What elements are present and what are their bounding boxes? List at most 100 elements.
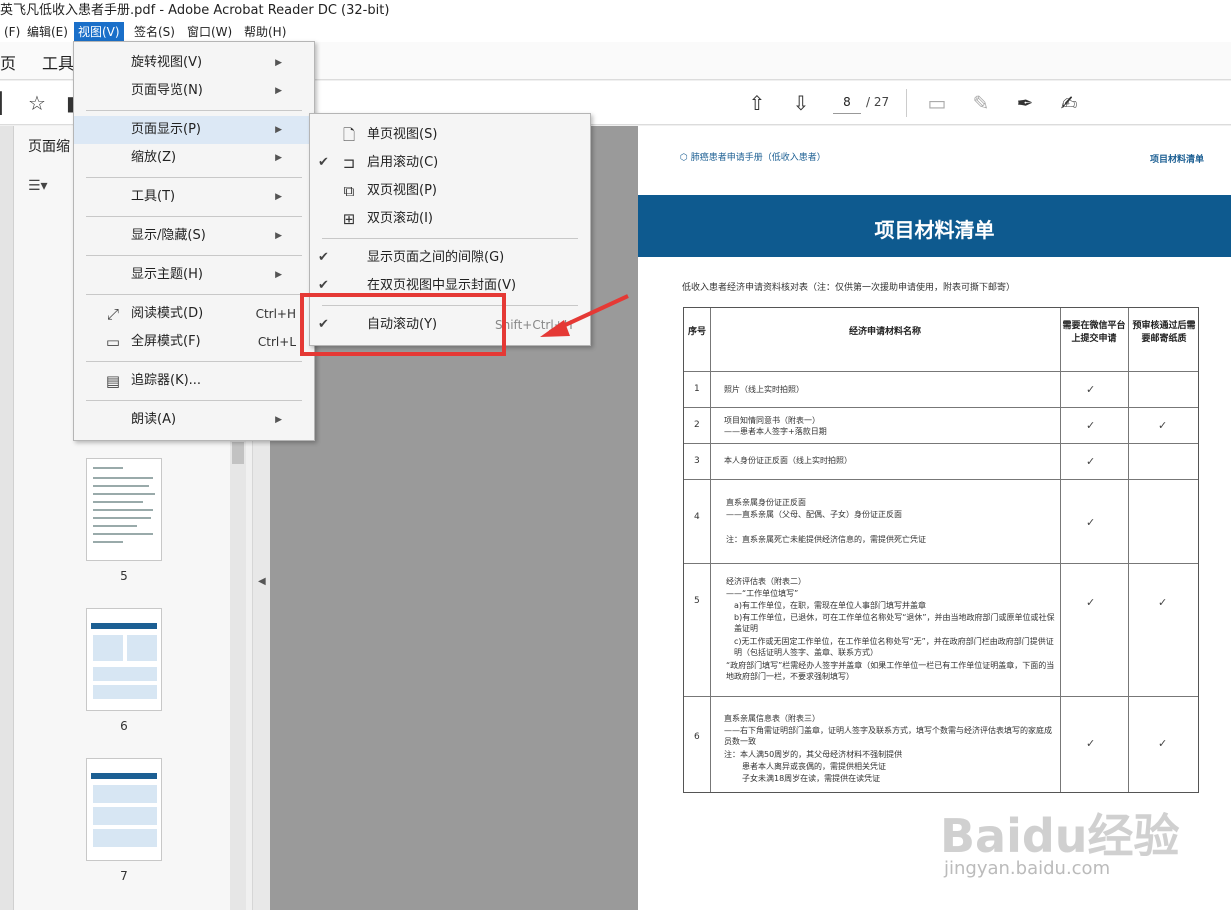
submenu-item-two-page[interactable]: ⧉ 双页视图(P) bbox=[310, 177, 590, 205]
menu-item-label: 页面导览(N) bbox=[131, 83, 203, 98]
check-mark: ✓ bbox=[1158, 419, 1168, 432]
menu-item-label: 阅读模式(D) bbox=[131, 306, 204, 321]
menu-help[interactable]: 帮助(H) bbox=[240, 22, 290, 42]
menu-item-label: 缩放(Z) bbox=[131, 150, 177, 165]
menu-item-page-navigation[interactable]: 页面导览(N) ▶ bbox=[74, 77, 314, 105]
doc-header-right: 项目材料清单 bbox=[1150, 155, 1205, 165]
thumbnail-options-icon[interactable]: ☰▾ bbox=[28, 178, 48, 194]
submenu-item-enable-scrolling[interactable]: ✔ ⊐ 启用滚动(C) bbox=[310, 149, 590, 177]
check-mark: ✓ bbox=[1086, 455, 1096, 468]
check-mark: ✓ bbox=[1158, 596, 1168, 609]
doc-header-left: ⬡ 肺癌患者申请手册（低收入患者） bbox=[680, 153, 826, 163]
check-mark: ✓ bbox=[1086, 737, 1096, 750]
row-text: b)有工作单位，已退休，可在工作单位名称处写“退休”，并由当地政府部门或原单位或… bbox=[734, 613, 1055, 633]
highlight-pen-icon[interactable]: ✎ bbox=[968, 90, 994, 116]
two-page-scroll-icon: ⊞ bbox=[342, 210, 356, 228]
fill-sign-icon[interactable]: ✍ bbox=[1056, 90, 1082, 116]
row-number: 3 bbox=[694, 456, 700, 466]
check-mark: ✓ bbox=[1086, 419, 1096, 432]
next-page-icon[interactable]: ⇩ bbox=[788, 90, 814, 116]
tab-home[interactable]: 页 bbox=[0, 50, 16, 74]
menu-item-label: 显示主题(H) bbox=[131, 267, 203, 282]
menu-item-read-aloud[interactable]: 朗读(A) ▶ bbox=[74, 406, 314, 434]
window-title: 英飞凡低收入患者手册.pdf - Adobe Acrobat Reader DC… bbox=[0, 0, 1231, 22]
menu-sign[interactable]: 签名(S) bbox=[130, 22, 179, 42]
watermark-logo: Baidu经验 bbox=[940, 809, 1180, 863]
menu-shortcut: Ctrl+L bbox=[257, 335, 296, 349]
toolbar-divider bbox=[906, 89, 907, 117]
submenu-item-label: 启用滚动(C) bbox=[367, 155, 439, 170]
thumbnail-page-7[interactable] bbox=[86, 758, 162, 861]
thumbnail-page-6[interactable] bbox=[86, 608, 162, 711]
submenu-item-two-page-scrolling[interactable]: ⊞ 双页滚动(I) bbox=[310, 205, 590, 233]
row-number: 2 bbox=[694, 420, 700, 430]
doc-title: 项目材料清单 bbox=[874, 218, 995, 242]
header-online: 需要在微信平台上提交申请 bbox=[1062, 321, 1126, 344]
page-total: / 27 bbox=[866, 95, 890, 109]
submenu-item-label: 显示页面之间的间隙(G) bbox=[367, 250, 505, 265]
menu-item-page-display[interactable]: 页面显示(P) ▶ bbox=[74, 116, 314, 144]
doc-header-left-text: 肺癌患者申请手册（低收入患者） bbox=[690, 153, 826, 163]
tab-tools[interactable]: 工具 bbox=[42, 50, 74, 74]
page-number-input[interactable]: 8 bbox=[833, 90, 861, 114]
row-text: ——“工作单位填写” bbox=[726, 589, 799, 598]
menu-item-label: 显示/隐藏(S) bbox=[131, 228, 206, 243]
row-text: 照片（线上实时拍照） bbox=[724, 385, 804, 394]
row-text: 患者本人离异或丧偶的，需提供相关凭证 bbox=[742, 762, 886, 771]
menu-bar: (F) 编辑(E) 视图(V) 签名(S) 窗口(W) 帮助(H) bbox=[0, 22, 1231, 42]
menu-item-tools[interactable]: 工具(T) ▶ bbox=[74, 183, 314, 211]
menu-item-show-hide[interactable]: 显示/隐藏(S) ▶ bbox=[74, 222, 314, 250]
sign-pen-icon[interactable]: ✒ bbox=[1012, 90, 1038, 116]
menu-file[interactable]: (F) bbox=[0, 22, 24, 42]
scrollbar-thumb[interactable] bbox=[232, 442, 244, 464]
submenu-item-show-gaps[interactable]: ✔ 显示页面之间的间隙(G) bbox=[310, 244, 590, 272]
row-text: ——患者本人签字+落款日期 bbox=[724, 427, 827, 436]
previous-page-icon[interactable]: ⇧ bbox=[744, 90, 770, 116]
partial-icon: ▏ bbox=[0, 91, 8, 115]
checklist-table: 序号 经济申请材料名称 需要在微信平台上提交申请 预审核通过后需要邮寄纸质 1 … bbox=[683, 307, 1199, 793]
menu-item-display-theme[interactable]: 显示主题(H) ▶ bbox=[74, 261, 314, 289]
row-text: 注：本人满50周岁的，其父母经济材料不强制提供 bbox=[724, 750, 903, 759]
menu-item-label: 朗读(A) bbox=[131, 412, 177, 427]
row-text: 子女未满18周岁在读，需提供在读凭证 bbox=[742, 774, 881, 783]
submenu-arrow-icon: ▶ bbox=[275, 415, 282, 425]
submenu-arrow-icon: ▶ bbox=[275, 192, 282, 202]
submenu-item-single-page[interactable]: 🗋 单页视图(S) bbox=[310, 121, 590, 149]
menu-item-reading-mode[interactable]: ⤢ 阅读模式(D) Ctrl+H bbox=[74, 300, 314, 328]
menu-separator bbox=[86, 110, 302, 111]
table-row: 3 本人身份证正反面（线上实时拍照） ✓ bbox=[684, 443, 1198, 479]
row-text: “政府部门填写”栏需经办人签字并盖章（如果工作单位一栏已有工作单位证明盖章，下面… bbox=[726, 661, 1055, 681]
menu-view[interactable]: 视图(V) bbox=[74, 22, 124, 42]
thumbnail-label: 5 bbox=[120, 569, 128, 583]
menu-item-label: 页面显示(P) bbox=[131, 122, 201, 137]
menu-window[interactable]: 窗口(W) bbox=[183, 22, 236, 42]
menu-item-full-screen[interactable]: ▭ 全屏模式(F) Ctrl+L bbox=[74, 328, 314, 356]
collapse-arrow-icon[interactable]: ◀ bbox=[258, 576, 266, 587]
scrolling-page-icon: ⊐ bbox=[342, 154, 356, 172]
two-page-icon: ⧉ bbox=[343, 182, 355, 200]
row-text: a)有工作单位，在职，需现在单位人事部门填写并盖章 bbox=[734, 601, 927, 610]
doc-subtitle: 低收入患者经济申请资料核对表（注：仅供第一次援助申请使用，附表可撕下邮寄） bbox=[682, 283, 1016, 293]
header-no: 序号 bbox=[687, 327, 706, 337]
submenu-arrow-icon: ▶ bbox=[275, 58, 282, 68]
row-number: 6 bbox=[694, 732, 700, 742]
menu-edit[interactable]: 编辑(E) bbox=[23, 22, 72, 42]
row-number: 5 bbox=[694, 596, 700, 606]
menu-separator bbox=[86, 216, 302, 217]
checkmark-icon: ✔ bbox=[318, 155, 329, 170]
bookmark-star-icon[interactable]: ☆ bbox=[24, 90, 50, 116]
comment-icon[interactable]: ▭ bbox=[924, 90, 950, 116]
checkmark-icon: ✔ bbox=[318, 250, 329, 265]
thumbnail-page-5[interactable] bbox=[86, 458, 162, 561]
row-text: 直系亲属信息表（附表三） bbox=[724, 714, 820, 723]
menu-item-rotate-view[interactable]: 旋转视图(V) ▶ bbox=[74, 49, 314, 77]
submenu-arrow-icon: ▶ bbox=[275, 270, 282, 280]
submenu-item-label: 双页视图(P) bbox=[367, 183, 437, 198]
menu-item-tracker[interactable]: ▤ 追踪器(K)... bbox=[74, 367, 314, 395]
menu-shortcut: Ctrl+H bbox=[255, 307, 296, 321]
watermark-url: jingyan.baidu.com bbox=[944, 858, 1111, 879]
row-text: ——右下角需证明部门盖章，证明人签字及联系方式，填写个数需与经济评估表填写的家庭… bbox=[724, 726, 1052, 746]
submenu-arrow-icon: ▶ bbox=[275, 86, 282, 96]
highlight-annotation-box bbox=[300, 293, 506, 356]
menu-item-zoom[interactable]: 缩放(Z) ▶ bbox=[74, 144, 314, 172]
